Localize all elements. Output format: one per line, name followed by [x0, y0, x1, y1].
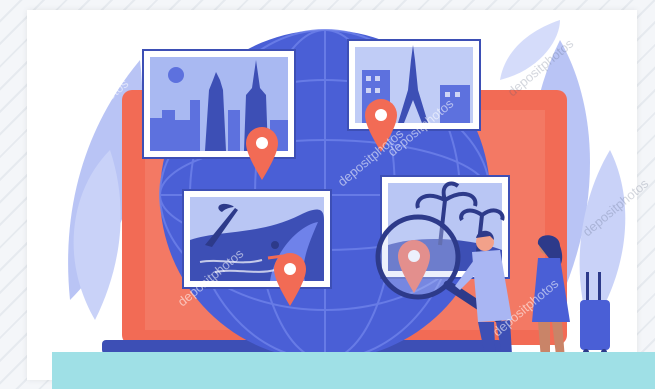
accent-bar — [52, 352, 655, 389]
travel-illustration — [68, 20, 626, 372]
photo-surfing — [182, 189, 332, 289]
